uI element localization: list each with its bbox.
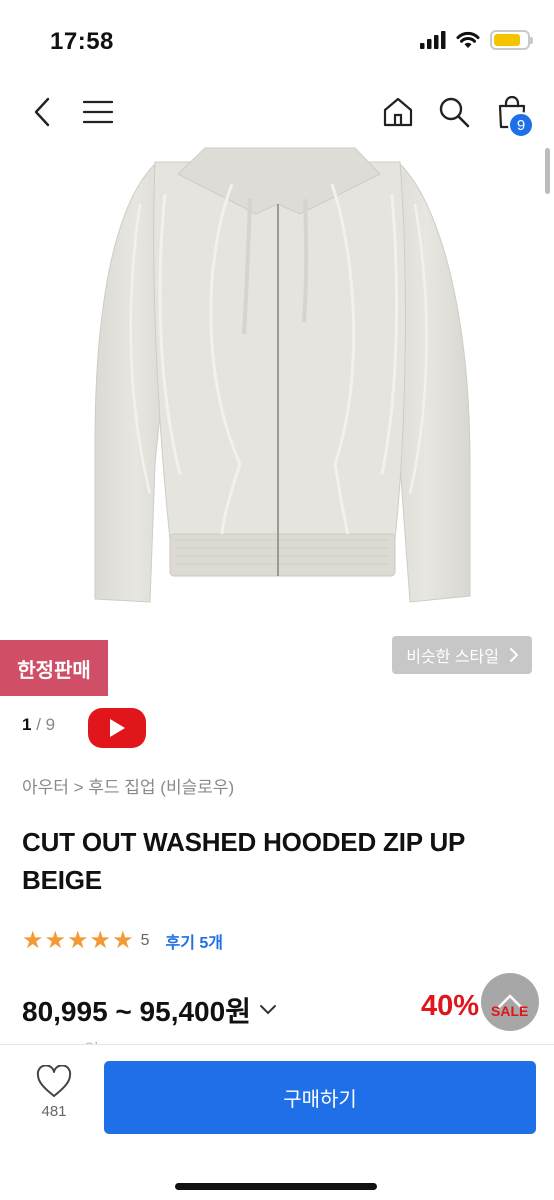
home-icon (383, 97, 413, 127)
menu-button[interactable] (74, 80, 122, 144)
like-count: 481 (41, 1103, 67, 1120)
sale-label: SALE (491, 1003, 529, 1019)
discount-rate: 40% (421, 990, 480, 1022)
cart-count-badge: 9 (508, 112, 534, 138)
gallery-page-indicator: 1 / 9 (22, 715, 55, 735)
home-button[interactable] (374, 80, 422, 144)
buy-button[interactable]: 구매하기 (104, 1061, 536, 1134)
status-icons (420, 30, 533, 50)
chevron-right-icon (510, 648, 518, 662)
status-time: 17:58 (50, 28, 114, 55)
gallery-total: 9 (45, 715, 56, 734)
product-image[interactable] (0, 144, 554, 614)
cart-button[interactable]: 9 (488, 80, 536, 144)
menu-icon (83, 100, 113, 124)
wifi-icon (456, 31, 480, 48)
search-icon (439, 97, 470, 128)
youtube-icon (110, 719, 125, 737)
chevron-down-icon (259, 1005, 276, 1015)
price-range-selector[interactable]: 80,995 ~ 95,400원 (22, 990, 277, 1030)
search-button[interactable] (430, 80, 478, 144)
heart-icon (36, 1065, 72, 1097)
breadcrumb[interactable]: 아우터 > 후드 집업 (비슬로우) (22, 773, 234, 798)
battery-icon (490, 30, 533, 50)
rating-score: 5 (140, 931, 150, 949)
rating-row: ★★★★★ 5 후기 5개 (22, 926, 223, 955)
similar-style-label: 비슷한 스타일 (406, 649, 499, 666)
star-rating-icon: ★★★★★ (22, 927, 135, 954)
home-indicator (175, 1183, 377, 1190)
bottom-bar: 481 구매하기 (0, 1044, 554, 1200)
scroll-to-top-button[interactable] (481, 973, 539, 1031)
similar-style-button[interactable]: 비슷한 스타일 (392, 636, 532, 674)
nav-bar: 9 (0, 80, 554, 144)
product-title: CUT OUT WASHED HOODED ZIP UP BEIGE (22, 827, 465, 895)
youtube-button[interactable] (88, 708, 146, 748)
back-button[interactable] (18, 80, 66, 144)
status-bar: 17:58 (0, 0, 554, 80)
hoodie-illustration (94, 147, 471, 603)
like-button[interactable]: 481 (22, 1065, 86, 1145)
scrollbar-thumb[interactable] (545, 148, 550, 194)
price-range: 80,995 ~ 95,400원 (22, 996, 251, 1027)
back-chevron-icon (34, 97, 50, 127)
signal-icon (420, 31, 446, 49)
limited-sale-badge: 한정판매 (0, 640, 108, 696)
gallery-separator: / (31, 715, 46, 734)
review-count-link[interactable]: 후기 5개 (165, 929, 223, 953)
